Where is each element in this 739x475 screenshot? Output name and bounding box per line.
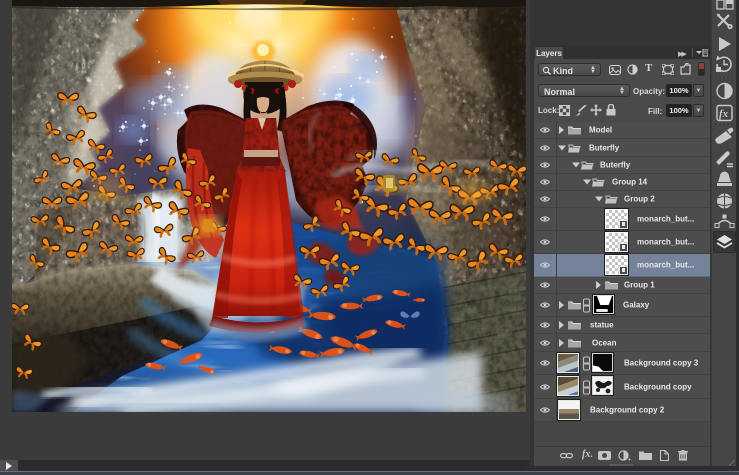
svg-text:fx: fx: [719, 108, 729, 120]
